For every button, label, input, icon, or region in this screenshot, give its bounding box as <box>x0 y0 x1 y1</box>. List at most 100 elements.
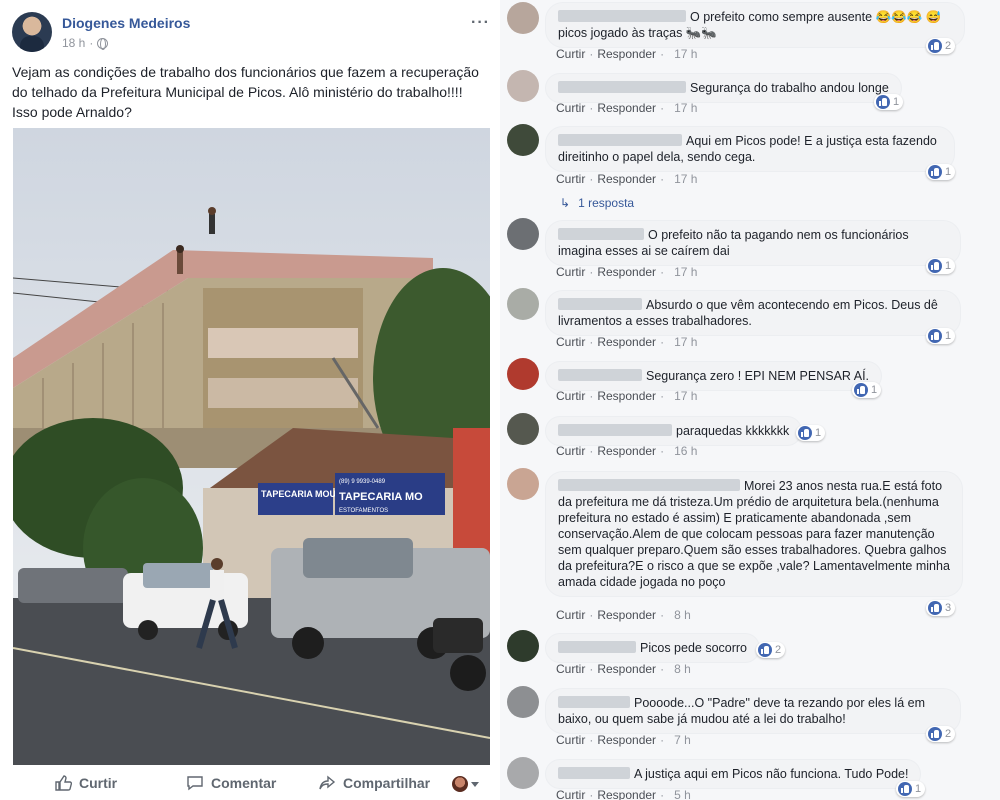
comment-reply-link[interactable]: Responder <box>597 788 656 800</box>
reply-arrow-icon: ↳ <box>560 196 571 210</box>
redacted-name[interactable] <box>558 696 630 708</box>
comment-time[interactable]: 7 h <box>674 733 691 747</box>
redacted-name[interactable] <box>558 424 672 436</box>
meta-separator: · <box>89 36 94 50</box>
comment-like-link[interactable]: Curtir <box>556 335 585 349</box>
comment-time[interactable]: 17 h <box>674 265 697 279</box>
commenter-avatar[interactable] <box>507 288 539 320</box>
redacted-name[interactable] <box>558 369 642 381</box>
comment-like-link[interactable]: Curtir <box>556 47 585 61</box>
reaction-number: 2 <box>945 728 952 740</box>
comment-time[interactable]: 16 h <box>674 444 697 458</box>
comment-time[interactable]: 8 h <box>674 608 691 622</box>
comment-reply-link[interactable]: Responder <box>597 335 656 349</box>
more-options-icon[interactable]: ··· <box>471 14 490 32</box>
commenter-avatar[interactable] <box>507 358 539 390</box>
comment-reply-link[interactable]: Responder <box>597 47 656 61</box>
comment-reply-link[interactable]: Responder <box>597 265 656 279</box>
comment-time[interactable]: 8 h <box>674 662 691 676</box>
comment-time[interactable]: 5 h <box>674 788 691 800</box>
reaction-count[interactable]: 1 <box>796 425 826 441</box>
comment-reply-link[interactable]: Responder <box>597 444 656 458</box>
post-actions: Curtir Comentar Compartilhar <box>0 768 500 800</box>
commenter-avatar[interactable] <box>507 2 539 34</box>
like-icon <box>928 39 942 53</box>
comment-text: A justiça aqui em Picos não funciona. Tu… <box>634 767 909 781</box>
redacted-name[interactable] <box>558 228 644 240</box>
comment-reply-link[interactable]: Responder <box>597 662 656 676</box>
comment-like-link[interactable]: Curtir <box>556 662 585 676</box>
comment-time[interactable]: 17 h <box>674 101 697 115</box>
shop-sign-phone: (89) 9 9939-0489 <box>339 479 386 485</box>
commenter-avatar[interactable] <box>507 468 539 500</box>
commenter-avatar[interactable] <box>507 757 539 789</box>
reaction-count[interactable]: 2 <box>926 38 956 54</box>
post-text: Vejam as condições de trabalho dos funci… <box>12 64 479 120</box>
comment-time[interactable]: 17 h <box>674 47 697 61</box>
view-replies-link[interactable]: ↳ 1 resposta <box>560 196 634 210</box>
post-meta: 18 h · <box>62 36 109 50</box>
redacted-name[interactable] <box>558 81 686 93</box>
commenter-avatar[interactable] <box>507 630 539 662</box>
comments-panel: O prefeito como sempre ausente 😂😂😂 😅pico… <box>500 0 1000 800</box>
comment-reply-link[interactable]: Responder <box>597 172 656 186</box>
reaction-count[interactable]: 1 <box>926 164 956 180</box>
comment-like-link[interactable]: Curtir <box>556 608 585 622</box>
comment-time[interactable]: 17 h <box>674 389 697 403</box>
comment-bubble: Aqui em Picos pode! E a justiça esta faz… <box>545 126 955 172</box>
comment-reply-link[interactable]: Responder <box>597 733 656 747</box>
comment-time[interactable]: 17 h <box>674 335 697 349</box>
redacted-name[interactable] <box>558 298 642 310</box>
reaction-count[interactable]: 1 <box>852 382 882 398</box>
like-icon <box>928 601 942 615</box>
post-photo[interactable]: TAPECARIA MOURA (89) 9 9939-0489 TAPECAR… <box>13 128 490 765</box>
comment-button[interactable]: Comentar <box>186 774 276 792</box>
reaction-count[interactable]: 1 <box>874 94 904 110</box>
redacted-name[interactable] <box>558 767 630 779</box>
share-icon <box>319 775 336 790</box>
reaction-count[interactable]: 2 <box>926 726 956 742</box>
commenter-avatar[interactable] <box>507 218 539 250</box>
comment-like-link[interactable]: Curtir <box>556 389 585 403</box>
commenter-avatar[interactable] <box>507 70 539 102</box>
comment-like-link[interactable]: Curtir <box>556 788 585 800</box>
redacted-name[interactable] <box>558 641 636 653</box>
comment-time[interactable]: 17 h <box>674 172 697 186</box>
author-name[interactable]: Diogenes Medeiros <box>62 15 190 31</box>
reaction-count[interactable]: 1 <box>926 328 956 344</box>
author-avatar[interactable] <box>12 12 52 52</box>
like-icon <box>758 643 772 657</box>
globe-icon[interactable] <box>97 37 109 50</box>
redacted-name[interactable] <box>558 479 740 491</box>
comment-bubble: Poooode...O "Padre" deve ta rezando por … <box>545 688 961 734</box>
share-button[interactable]: Compartilhar <box>318 774 430 792</box>
comment-text: Segurança do trabalho andou longe <box>690 81 889 95</box>
comment-like-link[interactable]: Curtir <box>556 101 585 115</box>
like-button[interactable]: Curtir <box>54 774 117 792</box>
comment-reply-link[interactable]: Responder <box>597 608 656 622</box>
like-label: Curtir <box>79 775 118 791</box>
comment-like-link[interactable]: Curtir <box>556 733 585 747</box>
comment-like-link[interactable]: Curtir <box>556 265 585 279</box>
share-label: Compartilhar <box>343 775 431 791</box>
post-time[interactable]: 18 h <box>62 36 85 50</box>
comment-like-link[interactable]: Curtir <box>556 172 585 186</box>
redacted-name[interactable] <box>558 10 686 22</box>
reaction-count[interactable]: 2 <box>756 642 786 658</box>
commenter-avatar[interactable] <box>507 124 539 156</box>
reaction-actor-selector[interactable] <box>452 776 479 792</box>
comment-bubble: Morei 23 anos nesta rua.E está foto da p… <box>545 471 963 597</box>
comment-reply-link[interactable]: Responder <box>597 389 656 403</box>
reaction-number: 2 <box>775 644 782 656</box>
reaction-count[interactable]: 1 <box>926 258 956 274</box>
reaction-count[interactable]: 1 <box>896 781 926 797</box>
redacted-name[interactable] <box>558 134 682 146</box>
comment-actions: Curtir · Responder · 17 h <box>556 335 698 349</box>
comment-reply-link[interactable]: Responder <box>597 101 656 115</box>
comment-like-link[interactable]: Curtir <box>556 444 585 458</box>
reaction-count[interactable]: 3 <box>926 600 956 616</box>
comment-bubble: Segurança do trabalho andou longe <box>545 73 902 103</box>
comment-actions: Curtir · Responder · 17 h <box>556 172 698 186</box>
commenter-avatar[interactable] <box>507 413 539 445</box>
commenter-avatar[interactable] <box>507 686 539 718</box>
